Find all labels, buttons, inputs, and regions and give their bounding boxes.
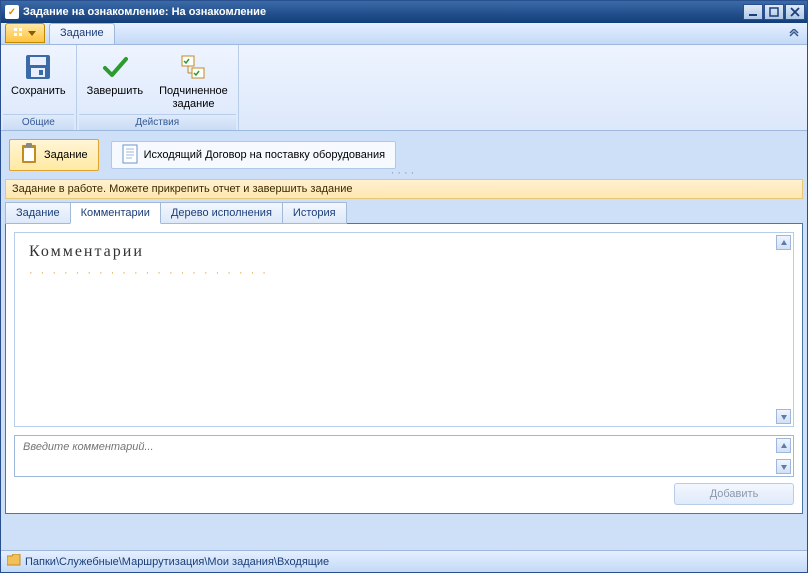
menu-icon [12, 26, 26, 40]
comments-heading: Комментарии [29, 243, 779, 261]
subtask-icon [177, 51, 209, 83]
object-bar: Задание Исходящий Договор на поставку об… [1, 131, 807, 179]
ribbon-tab-row: Задание [1, 23, 807, 45]
comment-input-row [14, 435, 794, 477]
complete-label: Завершить [87, 85, 143, 98]
save-button[interactable]: Сохранить [3, 47, 74, 114]
add-comment-label: Добавить [710, 488, 759, 500]
comment-input-wrap [14, 435, 794, 477]
tab-execution-tree[interactable]: Дерево исполнения [160, 202, 283, 224]
folder-icon [7, 554, 21, 569]
triangle-up-icon [780, 442, 788, 450]
ribbon-tab-label: Задание [60, 27, 104, 39]
titlebar: ✓ Задание на ознакомление: На ознакомлен… [1, 1, 807, 23]
quick-access-button[interactable] [5, 23, 45, 43]
linked-document-button[interactable]: Исходящий Договор на поставку оборудован… [111, 141, 396, 169]
task-object-label: Задание [44, 149, 88, 161]
comments-view: Комментарии ····················· [14, 232, 794, 427]
divider-dots: ····················· [29, 267, 779, 279]
ribbon-group-actions-label: Действия [79, 114, 236, 130]
resize-grip[interactable]: ···· [391, 167, 418, 179]
tab-task[interactable]: Задание [5, 202, 71, 224]
ribbon: Сохранить Общие Завершить Подчиненное за… [1, 45, 807, 131]
breadcrumb-path[interactable]: Папки\Служебные\Маршрутизация\Мои задани… [25, 556, 329, 568]
tab-label: Задание [16, 207, 60, 219]
maximize-icon [769, 7, 779, 17]
tab-comments[interactable]: Комментарии [70, 202, 161, 224]
close-icon [790, 7, 800, 17]
status-strip: Задание в работе. Можете прикрепить отче… [5, 179, 803, 199]
minimize-button[interactable] [743, 4, 763, 20]
ribbon-collapse-button[interactable] [787, 27, 801, 41]
clipboard-icon [20, 143, 38, 168]
floppy-icon [22, 51, 54, 83]
maximize-button[interactable] [764, 4, 784, 20]
tab-history[interactable]: История [282, 202, 347, 224]
triangle-up-icon [780, 239, 788, 247]
triangle-down-icon [780, 413, 788, 421]
content-panel: Комментарии ····················· Добави… [5, 223, 803, 514]
linked-document-label: Исходящий Договор на поставку оборудован… [144, 149, 385, 161]
app-icon: ✓ [5, 5, 19, 19]
save-label: Сохранить [11, 85, 66, 98]
minimize-icon [748, 7, 758, 17]
triangle-down-icon [780, 463, 788, 471]
checkmark-icon [99, 51, 131, 83]
subtask-button[interactable]: Подчиненное задание [151, 47, 236, 114]
ribbon-group-common-label: Общие [3, 114, 74, 130]
complete-button[interactable]: Завершить [79, 47, 151, 114]
tab-label: История [293, 207, 336, 219]
chevron-up-icon [789, 29, 799, 39]
footer-breadcrumb-bar: Папки\Служебные\Маршрутизация\Мои задани… [1, 550, 807, 572]
subtask-label-2: задание [172, 98, 214, 111]
close-button[interactable] [785, 4, 805, 20]
task-object-button[interactable]: Задание [9, 139, 99, 171]
tab-label: Дерево исполнения [171, 207, 272, 219]
tab-label: Комментарии [81, 207, 150, 219]
scroll-down-button[interactable] [776, 409, 791, 424]
subtask-label-1: Подчиненное [159, 85, 228, 98]
window-title: Задание на ознакомление: На ознакомление [23, 6, 742, 18]
content-tabs: Задание Комментарии Дерево исполнения Ис… [5, 202, 803, 224]
status-message: Задание в работе. Можете прикрепить отче… [12, 183, 352, 195]
ribbon-group-actions: Завершить Подчиненное задание Действия [77, 45, 239, 130]
ribbon-group-common: Сохранить Общие [1, 45, 77, 130]
document-icon [122, 144, 138, 167]
scroll-up-button[interactable] [776, 235, 791, 250]
chevron-down-icon [28, 29, 36, 37]
input-scroll-down-button[interactable] [776, 459, 791, 474]
ribbon-tab-task[interactable]: Задание [49, 23, 115, 44]
comment-input[interactable] [21, 439, 773, 473]
add-comment-button[interactable]: Добавить [674, 483, 794, 505]
input-scroll-up-button[interactable] [776, 438, 791, 453]
